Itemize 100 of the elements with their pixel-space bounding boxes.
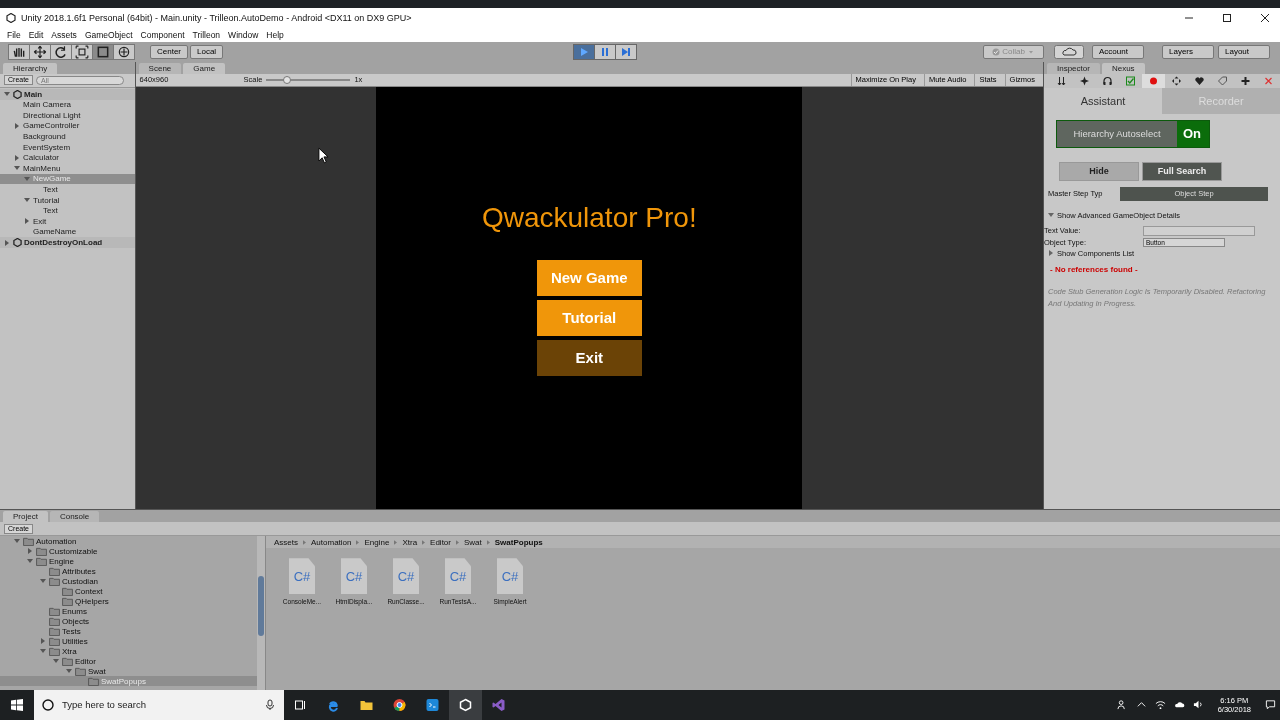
tree-row[interactable]: EventSystem [0,141,135,153]
caret-icon[interactable] [66,668,72,675]
tree-row[interactable]: Context [0,586,257,597]
account-dropdown[interactable]: Account [1092,44,1144,59]
tree-row[interactable]: QHelpers [0,596,257,607]
tree-row[interactable]: Swat [0,666,257,677]
space-button[interactable]: Local [190,44,224,59]
scale-slider-track[interactable] [266,78,351,81]
hierarchy-tab[interactable]: Hierarchy [3,62,58,74]
scale-tool-icon[interactable] [71,43,93,60]
caret-icon[interactable] [40,648,46,655]
menu-item[interactable]: GameObject [80,29,137,40]
tree-row[interactable]: Main [0,88,135,100]
text-value-field[interactable] [1143,225,1255,236]
menu-button[interactable]: Exit [536,339,642,376]
autoselect-toggle[interactable]: Hierarchy Autoselect On [1056,119,1210,148]
search-mode-button[interactable]: Full Search [1142,161,1222,181]
step-icon[interactable] [614,43,637,60]
tree-label: Main [24,89,43,99]
menu-item[interactable]: Help [262,29,288,40]
taskbar-search-field[interactable]: Type here to search [34,690,284,720]
menu-item[interactable]: Edit [24,29,48,40]
panel-tab[interactable]: Project [3,511,48,523]
tree-row[interactable]: Calculator [0,152,135,164]
close-icon[interactable] [1260,12,1270,23]
tree-row[interactable]: Enums [0,606,257,617]
caret-icon[interactable] [40,578,46,585]
chevron-icon [394,539,398,545]
layout-dropdown[interactable]: Layout [1218,44,1270,59]
tree-row[interactable]: Editor [0,656,257,667]
breadcrumb-item[interactable]: Assets [274,537,298,547]
move-tool-icon[interactable] [29,43,51,60]
breadcrumb-item[interactable]: Swat [464,537,482,547]
tree-row[interactable]: Utilities [0,636,257,647]
caret-icon[interactable] [24,218,30,225]
tree-row[interactable]: GameName [0,226,135,238]
tree-row[interactable]: GameController [0,120,135,132]
tree-row[interactable]: Text [0,184,135,195]
panel-tab[interactable]: Inspector [1047,62,1100,74]
caret-icon[interactable] [14,165,20,172]
view-tab[interactable]: Scene [138,62,182,74]
tree-row[interactable]: Objects [0,616,257,627]
tree-row[interactable]: Customizable [0,546,257,557]
menu-item[interactable]: File [3,29,25,40]
breadcrumb-item[interactable]: Engine [364,537,390,547]
caret-icon[interactable] [4,91,10,98]
layers-dropdown[interactable]: Layers [1162,44,1214,59]
breadcrumb-item[interactable]: Automation [311,537,352,547]
transform-tool-icon[interactable] [113,43,135,60]
hand-tool-icon[interactable] [8,43,30,60]
breadcrumb-item[interactable]: Editor [430,537,451,547]
breadcrumb-item[interactable]: SwatPopups [494,537,543,547]
tree-row[interactable]: DontDestroyOnLoad [0,237,135,248]
caret-icon[interactable] [14,538,20,545]
tree-row[interactable]: Exit [0,216,135,227]
tree-row[interactable]: Tests [0,626,257,637]
tree-row[interactable]: Directional Light [0,110,135,121]
caret-icon[interactable] [53,658,59,665]
tree-row[interactable]: MainMenu [0,163,135,174]
maximize-icon[interactable] [1222,12,1232,23]
caret-icon[interactable] [24,175,30,182]
panel-tab[interactable]: Nexus [1101,62,1145,74]
tree-label: Utilities [62,636,88,646]
tree-row[interactable]: Xtra [0,646,257,657]
menu-item[interactable]: Trilleon [188,29,225,40]
caret-icon[interactable] [14,154,20,161]
pause-icon[interactable] [593,43,616,60]
play-icon[interactable] [572,43,595,60]
menu-item[interactable]: Window [224,29,263,40]
tree-row[interactable]: Tutorial [0,194,135,206]
tree-row[interactable]: Automation [0,536,257,547]
pivot-button[interactable]: Center [150,44,188,59]
check-icon [992,48,1001,57]
breadcrumb-item[interactable]: Xtra [402,537,418,547]
folder-icon [36,546,47,556]
caret-icon[interactable] [1048,212,1054,219]
view-tab[interactable]: Game [183,62,226,74]
caret-icon[interactable] [40,638,46,645]
microphone-icon[interactable] [264,699,276,711]
tree-row[interactable]: Custodian [0,576,257,587]
folder-icon [49,566,60,576]
caret-icon[interactable] [14,123,20,129]
tree-row[interactable]: Background [0,131,135,142]
scale-slider-thumb[interactable] [283,75,292,84]
tree-row[interactable]: Main Camera [0,99,135,111]
caret-icon[interactable] [24,197,30,204]
caret-icon[interactable] [4,239,10,246]
tree-row[interactable]: Engine [0,556,257,567]
caret-icon[interactable] [27,548,33,555]
rect-tool-icon[interactable] [92,43,114,60]
menu-item[interactable]: Component [136,29,189,40]
caret-icon[interactable] [1048,250,1054,257]
search-mode-button[interactable]: Hide [1059,161,1139,181]
window-title: Unity 2018.1.6f1 Personal (64bit) - Main.unity - Trilleon.AutoDemo - Android <DX11 on DX9 GPU> [21,12,412,23]
tree-row[interactable]: Attributes [0,566,257,577]
rotate-tool-icon[interactable] [50,43,72,60]
menu-item[interactable]: Assets [47,29,81,40]
tree-row[interactable]: Text [0,205,135,217]
caret-icon[interactable] [27,558,33,565]
panel-tab[interactable]: Console [49,511,100,523]
